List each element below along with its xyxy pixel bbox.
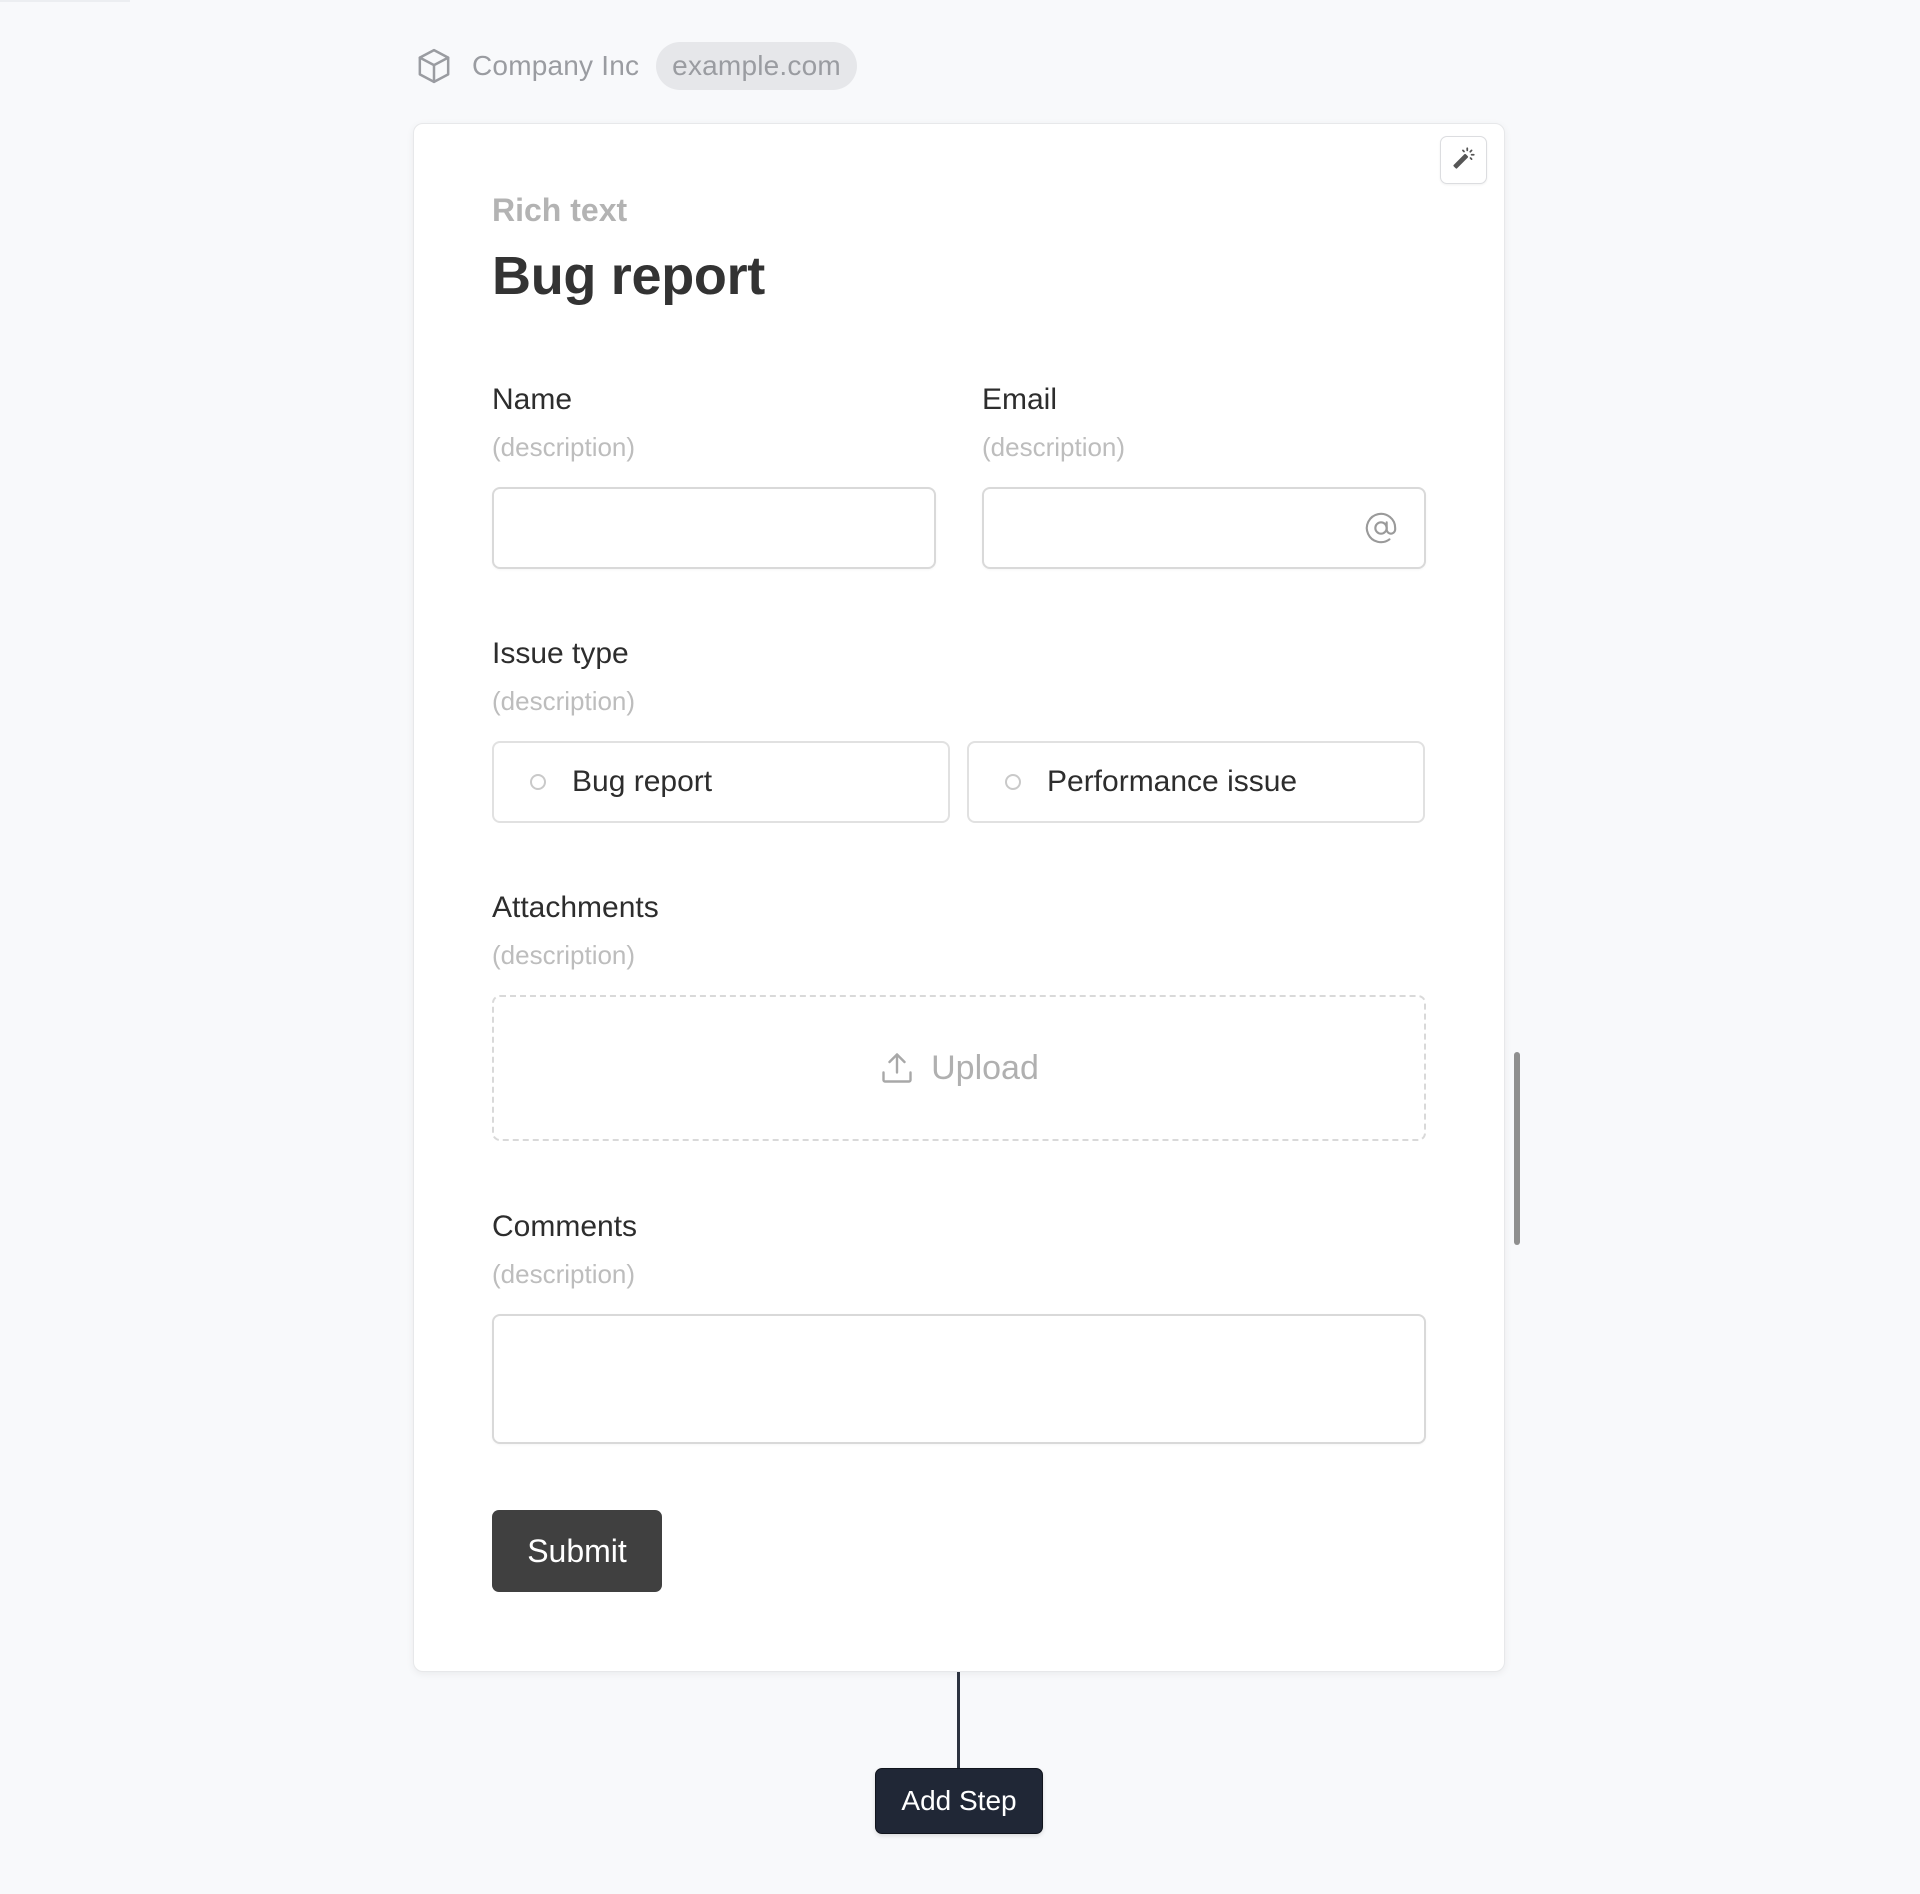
magic-wand-button[interactable]: [1440, 136, 1487, 184]
issue-type-description: (description): [492, 686, 636, 716]
form-eyebrow: Rich text: [492, 192, 628, 228]
name-label: Name: [492, 383, 573, 416]
radio-option-performance-issue[interactable]: Performance issue: [967, 741, 1425, 823]
radio-circle-icon[interactable]: [1005, 774, 1021, 790]
radio-option-bug-report[interactable]: Bug report: [492, 741, 950, 823]
issue-type-label: Issue type: [492, 637, 629, 670]
radio-circle-icon[interactable]: [530, 774, 546, 790]
flow-connector-line: [957, 1672, 960, 1769]
email-description: (description): [982, 432, 1126, 462]
radio-label: Performance issue: [1047, 765, 1298, 798]
top-edge-line: [0, 0, 130, 2]
scrollbar-thumb[interactable]: [1514, 1052, 1520, 1245]
email-label: Email: [982, 383, 1058, 416]
comments-textarea[interactable]: [494, 1316, 1424, 1442]
brand-header: Company Inc example.com: [413, 42, 857, 90]
domain-badge: example.com: [656, 42, 857, 90]
form-title: Bug report: [492, 246, 765, 306]
name-description: (description): [492, 432, 636, 462]
email-field-wrapper: [982, 487, 1426, 569]
comments-field-wrapper: [492, 1314, 1426, 1444]
submit-button[interactable]: Submit: [492, 1510, 662, 1592]
radio-label: Bug report: [572, 765, 713, 798]
add-step-button[interactable]: Add Step: [875, 1768, 1043, 1834]
upload-dropzone[interactable]: Upload: [492, 995, 1426, 1141]
attachments-description: (description): [492, 940, 636, 970]
cube-icon: [413, 45, 455, 87]
comments-label: Comments: [492, 1210, 638, 1243]
name-input[interactable]: [494, 489, 934, 567]
magic-wand-icon: [1451, 145, 1477, 176]
name-field-wrapper: [492, 487, 936, 569]
upload-icon: [879, 1050, 915, 1086]
attachments-label: Attachments: [492, 891, 659, 924]
at-sign-icon: [1364, 511, 1398, 545]
email-input[interactable]: [984, 489, 1424, 567]
company-name: Company Inc: [472, 50, 640, 81]
comments-description: (description): [492, 1259, 636, 1289]
upload-label: Upload: [931, 1048, 1039, 1087]
